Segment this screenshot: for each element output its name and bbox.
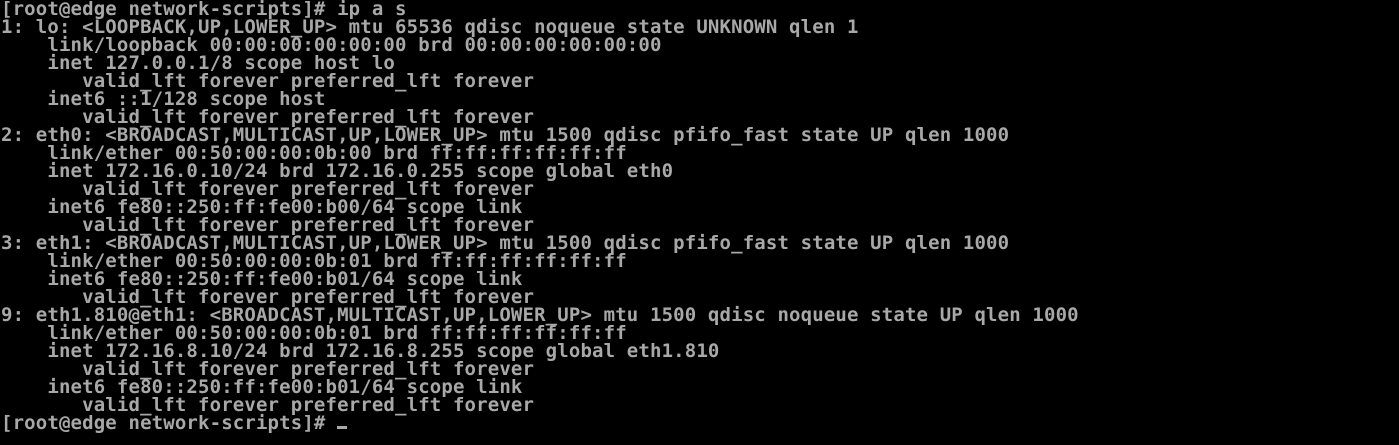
terminal-screen: [root@edge network-scripts]# ip a s 1: l… — [1, 0, 1079, 434]
command-output: 1: lo: <LOOPBACK,UP,LOWER_UP> mtu 65536 … — [1, 18, 1079, 415]
prompt: [root@edge network-scripts]# — [1, 412, 338, 434]
terminal-window[interactable]: [root@edge network-scripts]# ip a s 1: l… — [0, 0, 1399, 445]
prompt-input[interactable]: [root@edge network-scripts]# — [1, 412, 1079, 434]
text-cursor — [337, 426, 348, 429]
